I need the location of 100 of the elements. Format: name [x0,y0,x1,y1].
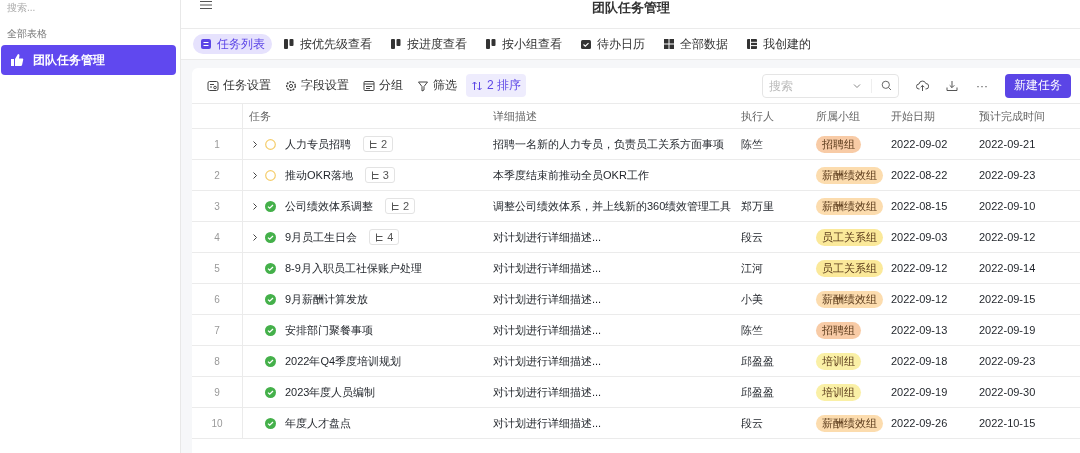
toolbar-button[interactable]: 筛选 [412,74,462,97]
empty-circle-icon[interactable] [265,169,276,181]
description-text: 调整公司绩效体系，并上线新的360绩效管理工具 [493,198,732,214]
start-date: 2022-09-12 [891,293,948,305]
check-circle-icon[interactable] [265,386,276,398]
assignee-name: 段云 [741,415,763,431]
grid-icon [663,38,675,50]
new-task-button[interactable]: 新建任务 [1005,73,1071,98]
toolbar-button[interactable]: 任务设置 [202,74,276,97]
description-text: 本季度结束前推动全员OKR工作 [493,167,649,183]
view-tab[interactable]: 待办日历 [573,34,652,54]
sidebar-item[interactable]: 团队任务管理 [1,45,176,75]
row-number: 9 [192,377,243,407]
view-tab[interactable]: 按小组查看 [478,34,569,54]
check-circle-icon[interactable] [265,231,276,243]
group-tag: 薪酬绩效组 [816,197,883,215]
task-name: 2022年Q4季度培训规划 [285,353,402,369]
group-tag: 薪酬绩效组 [816,166,883,184]
row-number: 10 [192,408,243,438]
end-date: 2022-09-19 [979,324,1036,336]
table-icon [746,38,758,50]
check-circle-icon[interactable] [265,324,276,336]
search-icon[interactable] [881,80,892,91]
group-tag: 培训组 [816,383,861,401]
task-name: 安排部门聚餐事项 [285,322,373,338]
calendar-icon [580,38,592,50]
description-text: 招聘一名新的人力专员，负责员工关系方面事项 [493,136,724,152]
toolbar-button[interactable]: 字段设置 [280,74,354,97]
view-tab[interactable]: 按优先级查看 [276,34,379,54]
list-icon [200,38,212,50]
task-name: 公司绩效体系调整 [285,198,373,214]
check-circle-icon[interactable] [265,355,276,367]
start-date: 2022-08-15 [891,200,948,212]
end-date: 2022-09-23 [979,355,1036,367]
group-tag: 员工关系组 [816,228,883,246]
view-tab[interactable]: 任务列表 [193,34,272,54]
check-circle-icon[interactable] [265,262,276,274]
assignee-name: 陈竺 [741,322,763,338]
group-tag: 招聘组 [816,321,861,339]
expand-chevron-icon[interactable] [251,139,259,149]
end-date: 2022-09-15 [979,293,1036,305]
expand-chevron-icon[interactable] [251,232,259,242]
description-text: 对计划进行详细描述... [493,260,602,276]
subtask-icon [375,232,385,242]
subtask-icon [391,201,400,211]
toolbar-button[interactable]: 2 排序 [466,74,526,97]
menu-icon[interactable] [200,0,212,10]
description-text: 对计划进行详细描述... [493,384,602,400]
row-number: 6 [192,284,243,314]
group-tag: 招聘组 [816,135,861,153]
description-text: 对计划进行详细描述... [493,415,602,431]
check-circle-icon[interactable] [265,200,276,212]
download-icon[interactable] [946,79,958,92]
search-field[interactable]: 搜索... [7,0,176,14]
assignee-name: 邱盈盈 [741,384,774,400]
kanban-icon [485,38,497,50]
filter-icon [417,79,429,92]
start-date: 2022-09-02 [891,138,948,150]
check-circle-icon[interactable] [265,293,276,305]
start-date: 2022-09-19 [891,386,948,398]
subtask-icon [370,170,380,180]
column-header: 开始日期 [891,108,935,124]
view-tab[interactable]: 全部数据 [656,34,735,54]
upload-icon[interactable] [915,79,929,92]
column-header: 执行人 [741,108,774,124]
group-tag: 薪酬绩效组 [816,290,883,308]
group-icon [363,79,375,92]
group-tag: 培训组 [816,352,861,370]
group-tag: 薪酬绩效组 [816,414,883,432]
assignee-name: 陈竺 [741,136,763,152]
check-circle-icon[interactable] [265,417,276,429]
settings-card-icon [207,79,219,92]
sort-icon [471,79,483,92]
empty-circle-icon[interactable] [265,138,276,150]
start-date: 2022-08-22 [891,169,948,181]
page-title: 团队任务管理 [590,0,671,17]
end-date: 2022-09-10 [979,200,1036,212]
section-label: 全部表格 [7,27,48,41]
subtask-count: 3 [382,169,389,181]
expand-chevron-icon[interactable] [251,201,259,211]
description-text: 对计划进行详细描述... [493,322,602,338]
task-name: 8-9月入职员工社保账户处理 [285,260,422,276]
row-number: 4 [192,222,243,252]
task-name: 推动OKR落地 [285,167,353,183]
search-field[interactable]: 搜索 [762,73,899,98]
task-name: 9月员工生日会 [285,229,358,245]
end-date: 2022-09-21 [979,138,1036,150]
task-name: 人力专员招聘 [285,136,351,152]
row-number: 1 [192,129,243,159]
expand-chevron-icon[interactable] [251,170,259,180]
view-tab[interactable]: 我创建的 [739,34,818,54]
row-number: 2 [192,160,243,190]
subtask-count: 2 [381,138,388,150]
end-date: 2022-10-15 [979,417,1036,429]
row-number: 7 [192,315,243,345]
end-date: 2022-09-30 [979,386,1036,398]
start-date: 2022-09-13 [891,324,948,336]
toolbar-button[interactable]: 分组 [358,74,408,97]
more-button[interactable]: ··· [969,78,995,93]
view-tab[interactable]: 按进度查看 [383,34,474,54]
